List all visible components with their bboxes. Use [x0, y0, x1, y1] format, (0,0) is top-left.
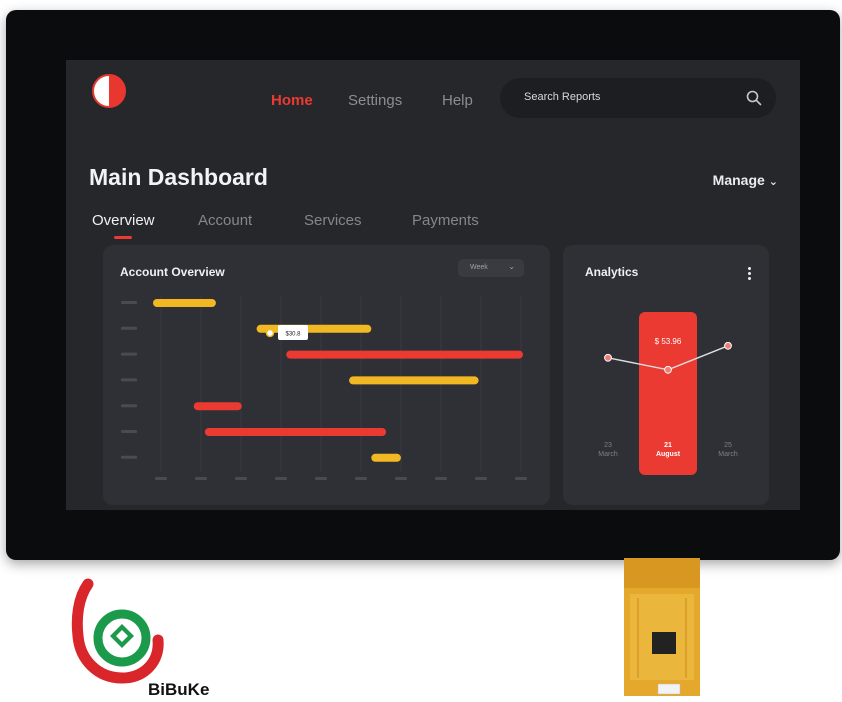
- y-tick-label: [121, 430, 137, 433]
- nav-home[interactable]: Home: [271, 92, 313, 109]
- date-day: 25: [724, 442, 732, 449]
- range-bar: [193, 402, 242, 411]
- y-tick-label: [121, 378, 137, 382]
- x-tick-label: [355, 477, 367, 480]
- y-tick-label: [121, 326, 137, 330]
- x-tick-label: [395, 477, 407, 480]
- x-tick-label: [155, 477, 167, 480]
- manage-label: Manage: [712, 172, 765, 188]
- nav-settings[interactable]: Settings: [348, 92, 402, 109]
- range-bar: [153, 299, 216, 307]
- x-tick-label: [235, 477, 247, 480]
- date-day: 21: [664, 442, 672, 449]
- data-point: [664, 365, 672, 374]
- y-tick-label: [121, 301, 137, 304]
- brand-logo: [71, 578, 164, 684]
- range-bar: [349, 376, 479, 385]
- search-icon[interactable]: [746, 90, 762, 106]
- range-bar: [204, 428, 387, 436]
- tab-services[interactable]: Services: [304, 212, 362, 229]
- y-tick-label: [121, 352, 137, 356]
- x-tick-label: [315, 477, 327, 480]
- dashboard-screen: Home Settings Help Search Reports Main D…: [66, 60, 800, 510]
- x-tick-label: [475, 477, 487, 480]
- data-point: [724, 341, 732, 350]
- nav-help[interactable]: Help: [442, 92, 473, 109]
- y-tick-label: [121, 455, 137, 459]
- page-title: Main Dashboard: [89, 164, 268, 190]
- x-tick-label: [435, 477, 447, 480]
- analytics-card: Analytics $ 53.96 23 March 21 August 25 March: [563, 245, 769, 505]
- range-bar: [286, 350, 523, 359]
- x-tick-label: [515, 477, 527, 480]
- flex-cable-connector: [624, 558, 700, 696]
- active-tab-indicator: [114, 236, 132, 239]
- account-overview-chart: $30.8: [121, 295, 527, 480]
- tooltip-marker: [265, 328, 275, 338]
- display-bezel: Home Settings Help Search Reports Main D…: [6, 10, 840, 560]
- date-day: 23: [604, 442, 612, 449]
- tab-payments[interactable]: Payments: [412, 212, 479, 229]
- range-bar: [371, 453, 401, 462]
- analytics-chart: $ 53.96 23 March 21 August 25 March: [598, 312, 738, 475]
- search-input[interactable]: Search Reports: [500, 78, 776, 118]
- tooltip-value: $30.8: [285, 332, 301, 338]
- app-logo[interactable]: [92, 74, 126, 108]
- date-month: March: [598, 451, 618, 458]
- tab-overview[interactable]: Overview: [92, 212, 155, 229]
- manage-dropdown[interactable]: Manage ⌄: [713, 172, 778, 188]
- y-tick-label: [121, 404, 137, 408]
- brand-name: BiBuKe: [148, 680, 210, 699]
- search-placeholder: Search Reports: [524, 91, 601, 103]
- date-month: August: [656, 451, 681, 458]
- date-month: March: [718, 451, 738, 458]
- x-tick-label: [275, 477, 287, 480]
- account-overview-card: Account Overview Week ⌄ $30.8: [103, 245, 550, 505]
- data-point: [604, 353, 612, 362]
- tab-account[interactable]: Account: [198, 212, 252, 229]
- chevron-down-icon: ⌄: [768, 176, 778, 188]
- highlight-value: $ 53.96: [655, 337, 682, 346]
- x-tick-label: [195, 477, 207, 480]
